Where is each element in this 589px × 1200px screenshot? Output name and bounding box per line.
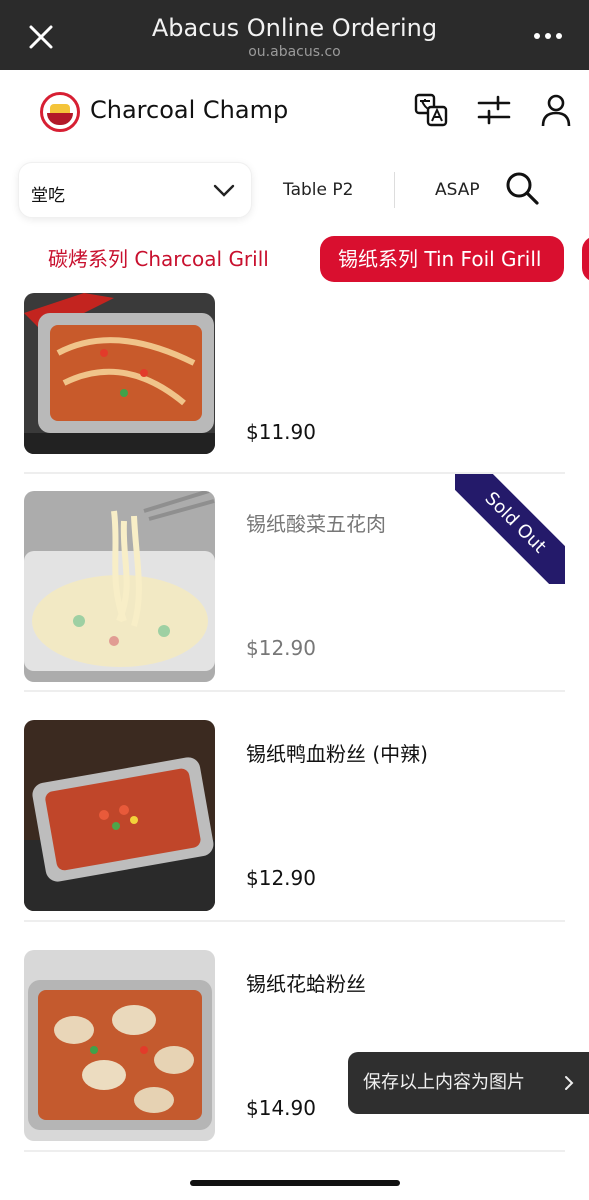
controls-divider xyxy=(394,172,395,208)
menu-item-card[interactable]: 锡纸酸菜五花肉 $12.90 Sold Out xyxy=(24,474,565,692)
order-controls: 堂吃 Table P2 ASAP xyxy=(0,156,589,228)
tab-next-partial[interactable] xyxy=(582,236,589,282)
home-indicator[interactable] xyxy=(190,1180,400,1186)
save-as-image-label: 保存以上内容为图片 xyxy=(363,1072,525,1093)
menu-item-name: 锡纸鸭血粉丝 (中辣) xyxy=(246,742,428,766)
more-icon[interactable] xyxy=(533,26,563,46)
restaurant-logo xyxy=(40,92,80,132)
menu-item-price: $12.90 xyxy=(246,866,316,890)
menu-item-image xyxy=(24,950,215,1141)
account-icon[interactable] xyxy=(538,92,574,128)
menu-item-name: 锡纸酸菜五花肉 xyxy=(246,512,386,536)
dining-option-select[interactable]: 堂吃 xyxy=(18,162,252,218)
search-icon[interactable] xyxy=(504,170,540,206)
chevron-right-icon xyxy=(565,1076,574,1090)
menu-item-image xyxy=(24,720,215,911)
dining-option-value: 堂吃 xyxy=(31,186,65,206)
sold-out-badge: Sold Out xyxy=(455,474,565,584)
table-label[interactable]: Table P2 xyxy=(283,180,353,200)
filter-icon[interactable] xyxy=(476,92,512,128)
tab-charcoal-grill[interactable]: 碳烤系列 Charcoal Grill xyxy=(48,236,269,282)
chevron-down-icon xyxy=(213,184,235,197)
menu-item-price: $11.90 xyxy=(246,420,316,444)
menu-item-image xyxy=(24,293,215,454)
menu-item-card[interactable]: 锡纸鸭血粉丝 (中辣) $12.90 xyxy=(24,704,565,922)
browser-url: ou.abacus.co xyxy=(248,44,341,60)
menu-item-price: $12.90 xyxy=(246,636,316,660)
translate-icon[interactable] xyxy=(413,92,449,128)
menu-item-price: $14.90 xyxy=(246,1096,316,1120)
tab-tin-foil-grill[interactable]: 锡纸系列 Tin Foil Grill xyxy=(320,236,564,282)
menu-item-image xyxy=(24,491,215,682)
menu-item-name: 锡纸花蛤粉丝 xyxy=(246,972,366,996)
app-header: Charcoal Champ xyxy=(0,70,589,156)
menu-item-card[interactable]: 锡纸花蛤粉丝 $14.90 xyxy=(24,934,565,1152)
save-as-image-button[interactable]: 保存以上内容为图片 xyxy=(348,1052,589,1114)
restaurant-name: Charcoal Champ xyxy=(90,96,289,124)
browser-title: Abacus Online Ordering xyxy=(151,14,438,42)
sold-out-label: Sold Out xyxy=(455,474,565,584)
category-tabs: 碳烤系列 Charcoal Grill 锡纸系列 Tin Foil Grill xyxy=(0,228,589,292)
browser-top-bar: Abacus Online Ordering ou.abacus.co xyxy=(0,0,589,70)
time-label[interactable]: ASAP xyxy=(435,180,480,200)
menu-item-card[interactable]: $11.90 xyxy=(24,292,565,474)
